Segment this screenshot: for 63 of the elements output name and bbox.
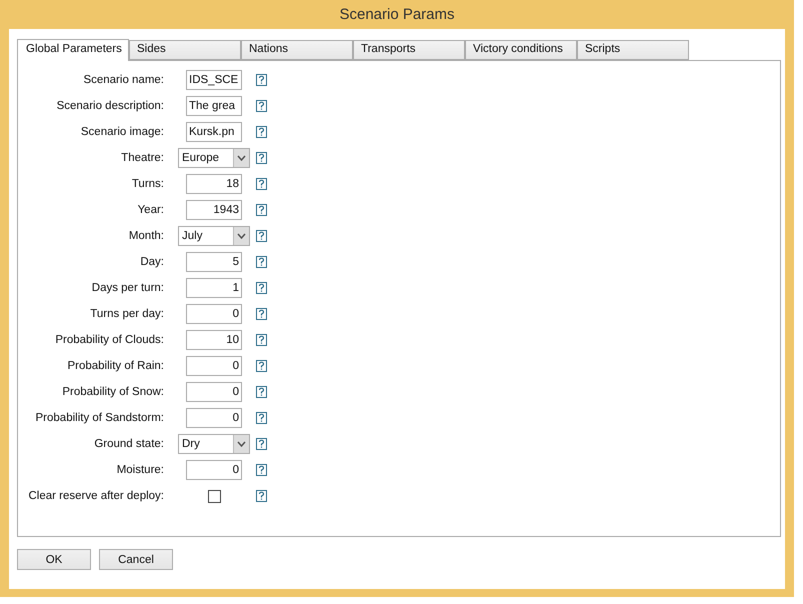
input-field[interactable]: IDS_SCE [186,70,242,90]
tab[interactable]: Global Parameters [17,39,129,61]
help-icon[interactable] [256,464,267,476]
input-field[interactable]: 0 [186,460,242,480]
dropdown[interactable]: Europe [178,148,250,168]
input-field[interactable]: 5 [186,252,242,272]
input-field[interactable]: 0 [186,356,242,376]
help-icon[interactable] [256,152,267,164]
field-label: Scenario name: [82,74,165,86]
help-icon[interactable] [256,256,267,268]
input-field[interactable]: 1 [186,278,242,298]
help-icon[interactable] [256,100,267,112]
checkbox[interactable] [208,490,220,502]
field-label: Year: [136,204,165,216]
tab[interactable]: Victory conditions [465,40,577,60]
tab[interactable]: Sides [129,40,241,60]
help-icon[interactable] [256,334,267,346]
help-icon[interactable] [256,230,267,242]
help-icon[interactable] [256,412,267,424]
field-label: Month: [128,230,165,242]
field-label: Turns: [130,178,165,190]
field-label: Scenario description: [56,100,165,112]
help-icon[interactable] [256,438,267,450]
caret-icon [233,149,249,167]
field-label: Probability of Clouds: [54,334,165,346]
input-field[interactable]: The grea [186,96,242,116]
help-icon[interactable] [256,74,267,86]
input-field[interactable]: 18 [186,174,242,194]
caret-icon [233,435,249,453]
field-label: Day: [139,256,165,268]
field-label: Turns per day: [89,308,165,320]
caret-icon [233,227,249,245]
dialog-button[interactable]: Cancel [99,549,173,570]
dialog-button[interactable]: OK [17,549,91,570]
tab[interactable]: Scripts [577,40,689,60]
dropdown[interactable]: July [178,226,250,246]
field-label: Probability of Sandstorm: [34,412,165,424]
input-field[interactable]: 10 [186,330,242,350]
help-icon[interactable] [256,126,267,138]
field-label: Ground state: [93,438,165,450]
help-icon[interactable] [256,490,267,502]
help-icon[interactable] [256,204,267,216]
help-icon[interactable] [256,178,267,190]
field-label: Probability of Snow: [61,386,165,398]
dropdown[interactable]: Dry [178,434,250,454]
help-icon[interactable] [256,360,267,372]
input-field[interactable]: 0 [186,408,242,428]
field-label: Probability of Rain: [66,360,165,372]
tab[interactable]: Transports [353,40,465,60]
window-title: Scenario Params [338,5,456,25]
help-icon[interactable] [256,282,267,294]
input-field[interactable]: 0 [186,382,242,402]
help-icon[interactable] [256,308,267,320]
input-field[interactable]: 1943 [186,200,242,220]
help-icon[interactable] [256,386,267,398]
field-label: Moisture: [116,464,165,476]
tab[interactable]: Nations [241,40,353,60]
input-field[interactable]: 0 [186,304,242,324]
field-label: Scenario image: [80,126,165,138]
input-field[interactable]: Kursk.pn [186,122,242,142]
field-label: Theatre: [120,152,165,164]
field-label: Clear reserve after deploy: [27,490,165,502]
field-label: Days per turn: [90,282,165,294]
